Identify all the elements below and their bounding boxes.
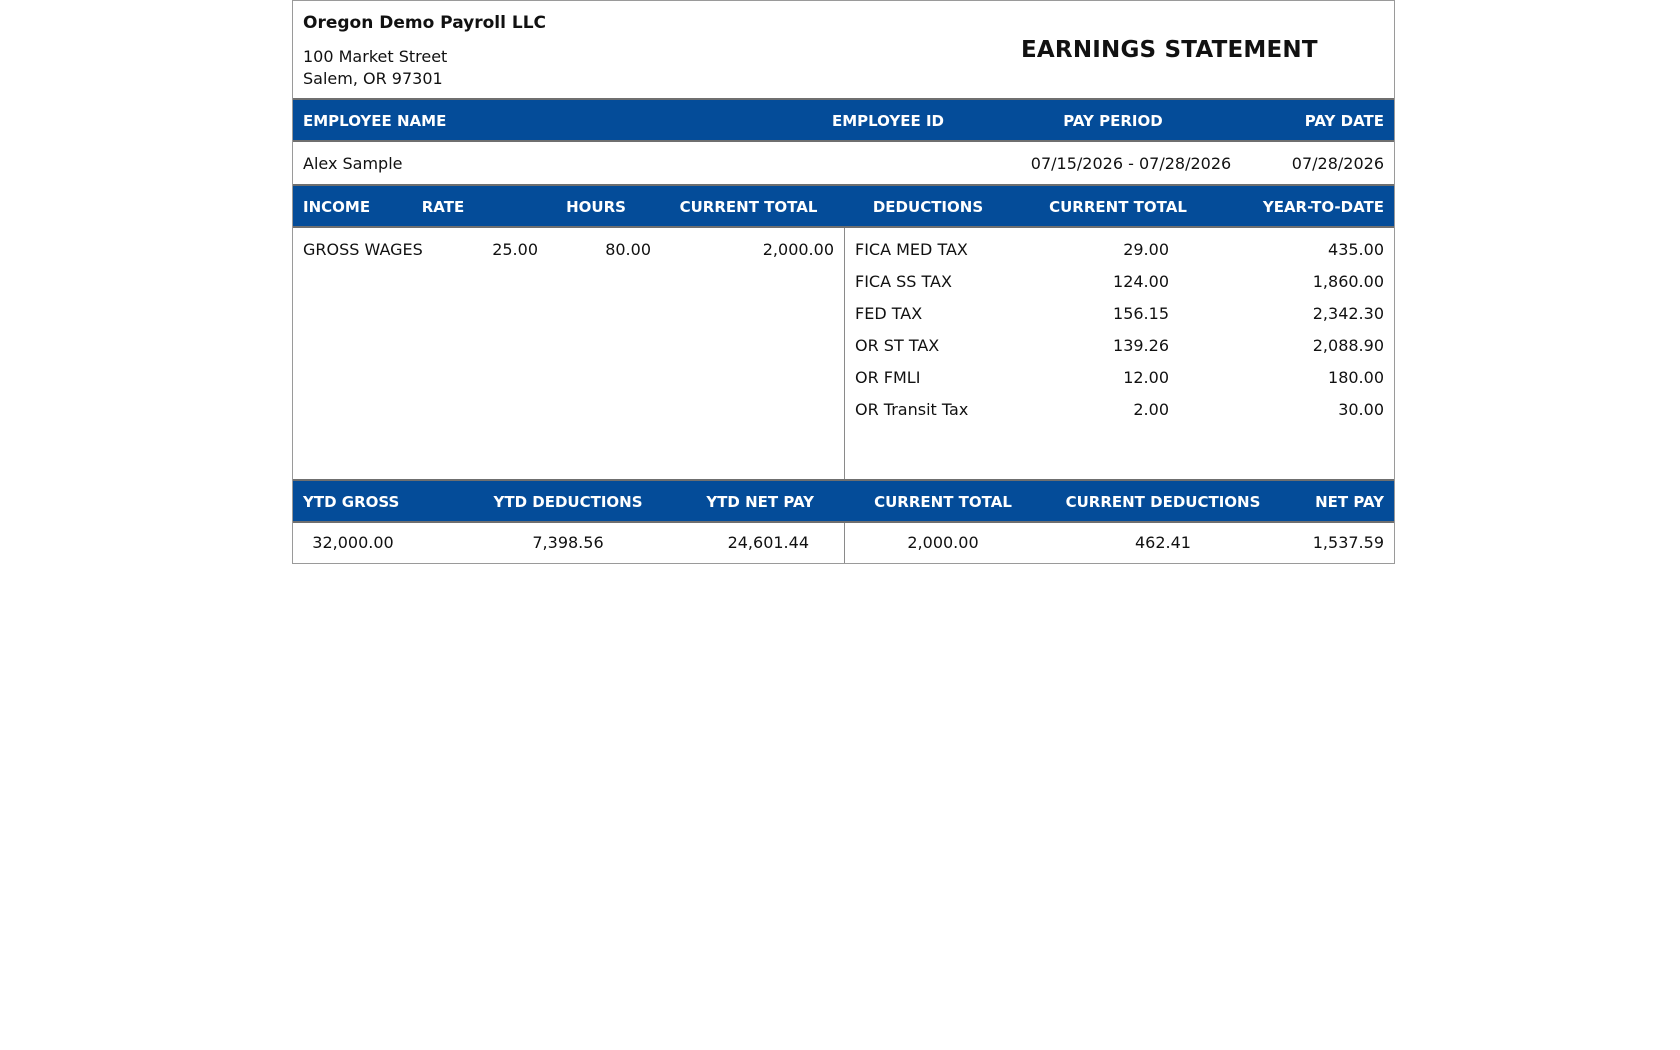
deduction-ytd: 435.00 (1328, 240, 1384, 259)
deduction-current-total: 156.15 (1113, 304, 1169, 323)
employee-id-label: EMPLOYEE ID (831, 112, 945, 130)
deduction-row: FED TAX 156.15 2,342.30 (293, 298, 1394, 330)
deduction-current-total: 12.00 (1123, 368, 1169, 387)
current-total-value: 2,000.00 (907, 533, 979, 552)
deduction-label: OR Transit Tax (855, 400, 969, 419)
current-deductions-value: 462.41 (1135, 533, 1191, 552)
pay-date-label: PAY DATE (1304, 112, 1384, 130)
statement-title: EARNINGS STATEMENT (1021, 37, 1318, 63)
company-address-line2: Salem, OR 97301 (303, 69, 443, 88)
ytd-net-pay-label: YTD NET PAY (706, 493, 814, 511)
current-total-label: CURRENT TOTAL (874, 493, 1012, 511)
rate-label: RATE (421, 198, 465, 216)
deduction-current-total: 29.00 (1123, 240, 1169, 259)
earnings-statement: Oregon Demo Payroll LLC 100 Market Stree… (292, 0, 1395, 564)
income-label: INCOME (303, 198, 371, 216)
deduction-row: OR FMLI 12.00 180.00 (293, 362, 1394, 394)
deduction-row: FICA SS TAX 124.00 1,860.00 (293, 266, 1394, 298)
deduction-current-total: 139.26 (1113, 336, 1169, 355)
deduction-label: OR ST TAX (855, 336, 940, 355)
employee-row: Alex Sample 07/15/2026 - 07/28/2026 07/2… (293, 142, 1394, 186)
deduction-ytd: 30.00 (1338, 400, 1384, 419)
detail-body: GROSS WAGES 25.00 80.00 2,000.00 FICA ME… (293, 228, 1394, 481)
deduction-ytd: 2,088.90 (1312, 336, 1384, 355)
pay-period: 07/15/2026 - 07/28/2026 (1030, 154, 1232, 173)
employee-name: Alex Sample (303, 154, 403, 173)
net-pay-value: 1,537.59 (1312, 533, 1384, 552)
ytd-gross-value: 32,000.00 (312, 533, 394, 552)
ytd-net-pay-value: 24,601.44 (727, 533, 809, 552)
pay-period-label: PAY PERIOD (1063, 112, 1163, 130)
year-to-date-label: YEAR-TO-DATE (1262, 198, 1384, 216)
totals-header-bar: YTD GROSS YTD DEDUCTIONS YTD NET PAY CUR… (293, 481, 1394, 523)
ytd-deductions-label: YTD DEDUCTIONS (493, 493, 643, 511)
pay-date: 07/28/2026 (1291, 154, 1384, 173)
totals-row: 32,000.00 7,398.56 24,601.44 2,000.00 46… (293, 523, 1394, 563)
detail-header-bar: INCOME RATE HOURS CURRENT TOTAL DEDUCTIO… (293, 186, 1394, 228)
deduction-current-total: 124.00 (1113, 272, 1169, 291)
deduction-row: FICA MED TAX 29.00 435.00 (293, 234, 1394, 266)
deductions-label: DEDUCTIONS (872, 198, 984, 216)
company-name: Oregon Demo Payroll LLC (303, 13, 546, 33)
company-address-line1: 100 Market Street (303, 47, 448, 66)
net-pay-label: NET PAY (1315, 493, 1384, 511)
hours-label: HOURS (566, 198, 626, 216)
deduction-ytd: 1,860.00 (1312, 272, 1384, 291)
ytd-deductions-value: 7,398.56 (532, 533, 604, 552)
current-deductions-label: CURRENT DEDUCTIONS (1065, 493, 1261, 511)
ytd-gross-label: YTD GROSS (303, 493, 400, 511)
deduction-label: FICA SS TAX (855, 272, 952, 291)
deduction-row: OR Transit Tax 2.00 30.00 (293, 394, 1394, 426)
deduction-ytd: 180.00 (1328, 368, 1384, 387)
deduction-row: OR ST TAX 139.26 2,088.90 (293, 330, 1394, 362)
deduction-label: FED TAX (855, 304, 923, 323)
totals-divider (844, 523, 845, 563)
income-current-total-label: CURRENT TOTAL (679, 198, 818, 216)
statement-header: Oregon Demo Payroll LLC 100 Market Stree… (293, 1, 1394, 100)
employee-name-label: EMPLOYEE NAME (303, 112, 447, 130)
deduction-label: FICA MED TAX (855, 240, 968, 259)
deduction-current-total-label: CURRENT TOTAL (1049, 198, 1187, 216)
deduction-ytd: 2,342.30 (1312, 304, 1384, 323)
deduction-label: OR FMLI (855, 368, 921, 387)
employee-header-bar: EMPLOYEE NAME EMPLOYEE ID PAY PERIOD PAY… (293, 100, 1394, 142)
deduction-current-total: 2.00 (1133, 400, 1169, 419)
